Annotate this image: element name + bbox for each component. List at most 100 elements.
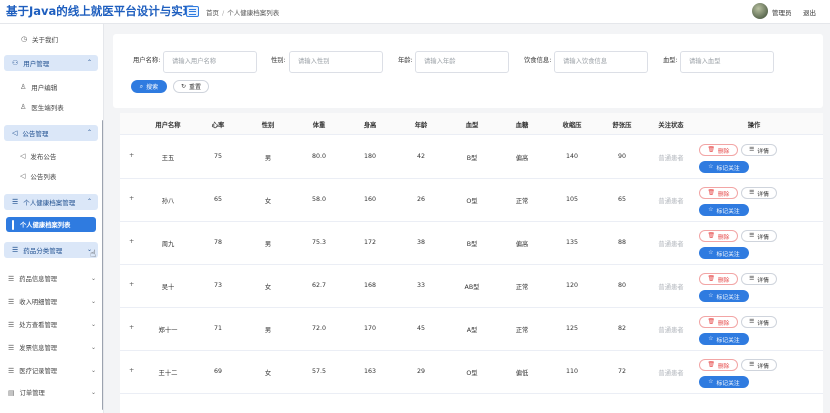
user-icon: ♙ [20,83,27,91]
mark-follow-button[interactable]: ☆ 标记关注 [699,290,749,302]
star-icon: ☆ [708,379,714,385]
gender-input[interactable]: 请输入性别 [289,51,383,73]
mark-follow-button[interactable]: ☆ 标记关注 [699,161,749,173]
delete-button[interactable]: 🗑 删除 [699,230,738,242]
chevron-down-icon: ⌄ [90,367,96,374]
expand-row-icon[interactable]: + [129,281,134,288]
blood-type-label: 血型: [663,57,678,64]
mark-follow-button[interactable]: ☆ 标记关注 [699,204,749,216]
delete-button[interactable]: 🗑 删除 [699,273,738,285]
diet-input[interactable]: 请输入饮食信息 [554,51,648,73]
star-icon: ☆ [708,250,714,256]
hand-cursor-icon: ☝ [90,249,97,260]
mark-follow-button[interactable]: ☆ 标记关注 [699,247,749,259]
trash-icon: 🗑 [707,319,715,325]
cell-diastolic: 65 [617,196,627,203]
sidebar-item-prescription[interactable]: ☰ 处方查看管理 ⌄ [8,320,98,330]
cell-blood-sugar: 偏高 [515,241,529,248]
detail-button[interactable]: ☰ 详情 [741,359,777,371]
sidebar-item-medical-record[interactable]: ☰ 医疗记录管理 ⌄ [8,366,98,376]
detail-button[interactable]: ☰ 详情 [741,316,777,328]
sidebar-item-income[interactable]: ☰ 收入明细管理 ⌄ [8,297,98,307]
expand-row-icon[interactable]: + [129,195,134,202]
sidebar-group-drug-category[interactable]: ☰ 药品分类管理 ⌄ [4,242,98,258]
col-gender: 性别 [261,122,275,129]
chevron-down-icon: ⌄ [90,389,96,396]
list-icon: ☰ [8,274,15,283]
breadcrumb-home[interactable]: 首页 [206,9,219,17]
list-icon: ☰ [749,319,755,325]
speaker-icon: ◁ [20,152,26,160]
mark-follow-button[interactable]: ☆ 标记关注 [699,333,749,345]
speaker-icon: ◁ [12,129,18,137]
cell-diastolic: 72 [617,368,627,375]
logout-link[interactable]: 退出 [803,7,816,17]
cell-weight: 75.3 [311,239,327,246]
sidebar-item-user-edit[interactable]: ♙ 用户编辑 [20,82,57,92]
cell-gender: 女 [264,198,272,205]
username-input[interactable]: 请输入用户名称 [163,51,257,73]
user-name[interactable]: 管理员 [772,7,792,17]
detail-button[interactable]: ☰ 详情 [741,230,777,242]
sidebar-item-doctor-list[interactable]: ♙ 医生端列表 [20,102,64,112]
gender-label: 性别: [271,57,286,64]
col-age: 年龄 [414,122,428,129]
delete-button[interactable]: 🗑 删除 [699,359,738,371]
trash-icon: 🗑 [707,147,715,153]
expand-row-icon[interactable]: + [129,238,134,245]
cell-heart-rate: 69 [213,368,223,375]
expand-row-icon[interactable]: + [129,152,134,159]
trash-icon: 🗑 [707,190,715,196]
menu-collapse-icon[interactable] [186,6,199,17]
search-panel: 用户名称: 请输入用户名称 性别: 请输入性别 年龄: 请输入年龄 饮食信息: … [113,34,823,108]
cell-username: 孙八 [161,198,175,205]
search-icon: ⌕ [139,82,144,90]
sidebar-scrollbar[interactable] [102,120,103,410]
col-status: 关注状态 [658,122,684,129]
table-row: + 王十二 69 女 57.5 163 29 O型 偏低 110 72 普通患者 🗑 删除 ☰ 详情 ☆ 标记关注 [120,351,823,394]
sidebar-item-drug-info[interactable]: ☰ 药品信息管理 ⌄ [8,274,98,284]
document-icon: ▤ [8,388,15,397]
cell-heart-rate: 75 [213,153,223,160]
delete-button[interactable]: 🗑 删除 [699,144,738,156]
detail-button[interactable]: ☰ 详情 [741,273,777,285]
cell-age: 38 [416,239,426,246]
cell-age: 45 [416,325,426,332]
blood-type-input[interactable]: 请输入血型 [680,51,774,73]
sidebar-group-health[interactable]: ☰ 个人健康档案管理 ⌃ [4,194,98,210]
delete-button[interactable]: 🗑 删除 [699,316,738,328]
cell-username: 吴十 [161,284,175,291]
sidebar-group-notice[interactable]: ◁ 公告管理 ⌃ [4,125,98,141]
diet-label: 饮食信息: [524,57,552,64]
sidebar-item-invoice[interactable]: ☰ 发票信息管理 ⌄ [8,343,98,353]
sidebar-item-about[interactable]: ◷ 关于我们 [20,30,103,48]
cell-diastolic: 80 [617,282,627,289]
age-input[interactable]: 请输入年龄 [415,51,509,73]
detail-button[interactable]: ☰ 详情 [741,187,777,199]
detail-button[interactable]: ☰ 详情 [741,144,777,156]
cell-blood-type: AB型 [464,284,480,291]
reset-button[interactable]: ↻ 重置 [173,80,209,93]
cell-height: 160 [363,196,377,203]
cell-status: 普通患者 [658,284,684,291]
col-heart-rate: 心率 [211,122,225,129]
cell-blood-type: B型 [466,241,478,248]
refresh-icon: ↻ [180,83,186,90]
search-button[interactable]: ⌕ 搜索 [131,80,167,93]
sidebar-item-orders[interactable]: ▤ 订单管理 ⌄ [8,388,98,398]
cell-status: 普通患者 [658,155,684,162]
expand-row-icon[interactable]: + [129,367,134,374]
sidebar-item-notice-list[interactable]: ◁ 公告列表 [20,171,56,181]
sidebar-item-health-list[interactable]: 个人健康档案列表 [6,217,96,232]
trash-icon: 🗑 [707,233,715,239]
avatar[interactable] [752,3,768,19]
sidebar-group-user[interactable]: ⚇ 用户管理 ⌃ [4,55,98,71]
expand-row-icon[interactable]: + [129,324,134,331]
chevron-down-icon: ⌄ [90,298,96,305]
delete-button[interactable]: 🗑 删除 [699,187,738,199]
cell-blood-sugar: 正常 [515,284,529,291]
cell-heart-rate: 71 [213,325,223,332]
list-icon: ☰ [749,233,755,239]
sidebar-item-publish-notice[interactable]: ◁ 发布公告 [20,151,56,161]
mark-follow-button[interactable]: ☆ 标记关注 [699,376,749,388]
